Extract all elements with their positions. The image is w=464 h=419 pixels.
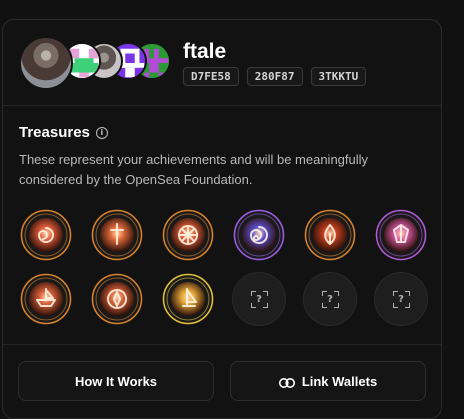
profile-card: ftale D7FE58 280F87 3TKKTU Treasures i T… — [2, 19, 442, 419]
treasure-badge-cross[interactable] — [90, 208, 144, 262]
unknown-treasure-icon: ? — [392, 290, 410, 308]
treasure-badge-flame[interactable] — [303, 208, 357, 262]
avatar-profile-photo — [19, 36, 73, 90]
unknown-treasure-icon: ? — [250, 290, 268, 308]
treasures-title: Treasures — [19, 124, 90, 141]
treasure-badge-shards[interactable] — [374, 208, 428, 262]
avatar-stack[interactable] — [19, 36, 171, 90]
unknown-treasure-label: ? — [398, 293, 404, 305]
unknown-treasure-label: ? — [256, 293, 262, 305]
treasure-badge-swirl[interactable] — [19, 208, 73, 262]
treasures-section: Treasures i These represent your achieve… — [19, 124, 429, 190]
link-wallets-label: Link Wallets — [301, 373, 378, 389]
link-icon — [278, 376, 295, 388]
address-chip[interactable]: D7FE58 — [183, 67, 239, 86]
how-it-works-button[interactable]: How It Works — [18, 361, 214, 401]
unknown-treasure-icon: ? — [321, 290, 339, 308]
how-it-works-label: How It Works — [74, 373, 158, 389]
page-edge — [450, 0, 464, 419]
username: ftale — [183, 40, 227, 63]
link-wallets-button[interactable]: Link Wallets — [230, 361, 426, 401]
treasure-badge-sail[interactable] — [161, 272, 215, 326]
locked-treasure-slot[interactable]: ? — [303, 272, 357, 326]
treasure-badge-spiral[interactable] — [232, 208, 286, 262]
treasures-heading: Treasures i — [19, 124, 429, 141]
treasure-badge-compass[interactable] — [90, 272, 144, 326]
info-icon[interactable]: i — [95, 126, 108, 139]
unknown-treasure-label: ? — [327, 293, 333, 305]
address-chip[interactable]: 280F87 — [246, 67, 303, 86]
treasure-badge-ship[interactable] — [19, 272, 73, 326]
treasure-badge-grid: ??? — [19, 208, 431, 328]
treasure-badge-wheel[interactable] — [161, 208, 215, 262]
card-footer: How It Works Link Wallets — [3, 344, 441, 418]
treasures-description: These represent your achievements and wi… — [19, 152, 369, 187]
locked-treasure-slot[interactable]: ? — [232, 272, 286, 326]
profile-header: ftale D7FE58 280F87 3TKKTU — [3, 20, 441, 106]
address-chip[interactable]: 3TKKTU — [310, 67, 367, 86]
address-list: D7FE58 280F87 3TKKTU — [183, 67, 367, 86]
locked-treasure-slot[interactable]: ? — [374, 272, 428, 326]
